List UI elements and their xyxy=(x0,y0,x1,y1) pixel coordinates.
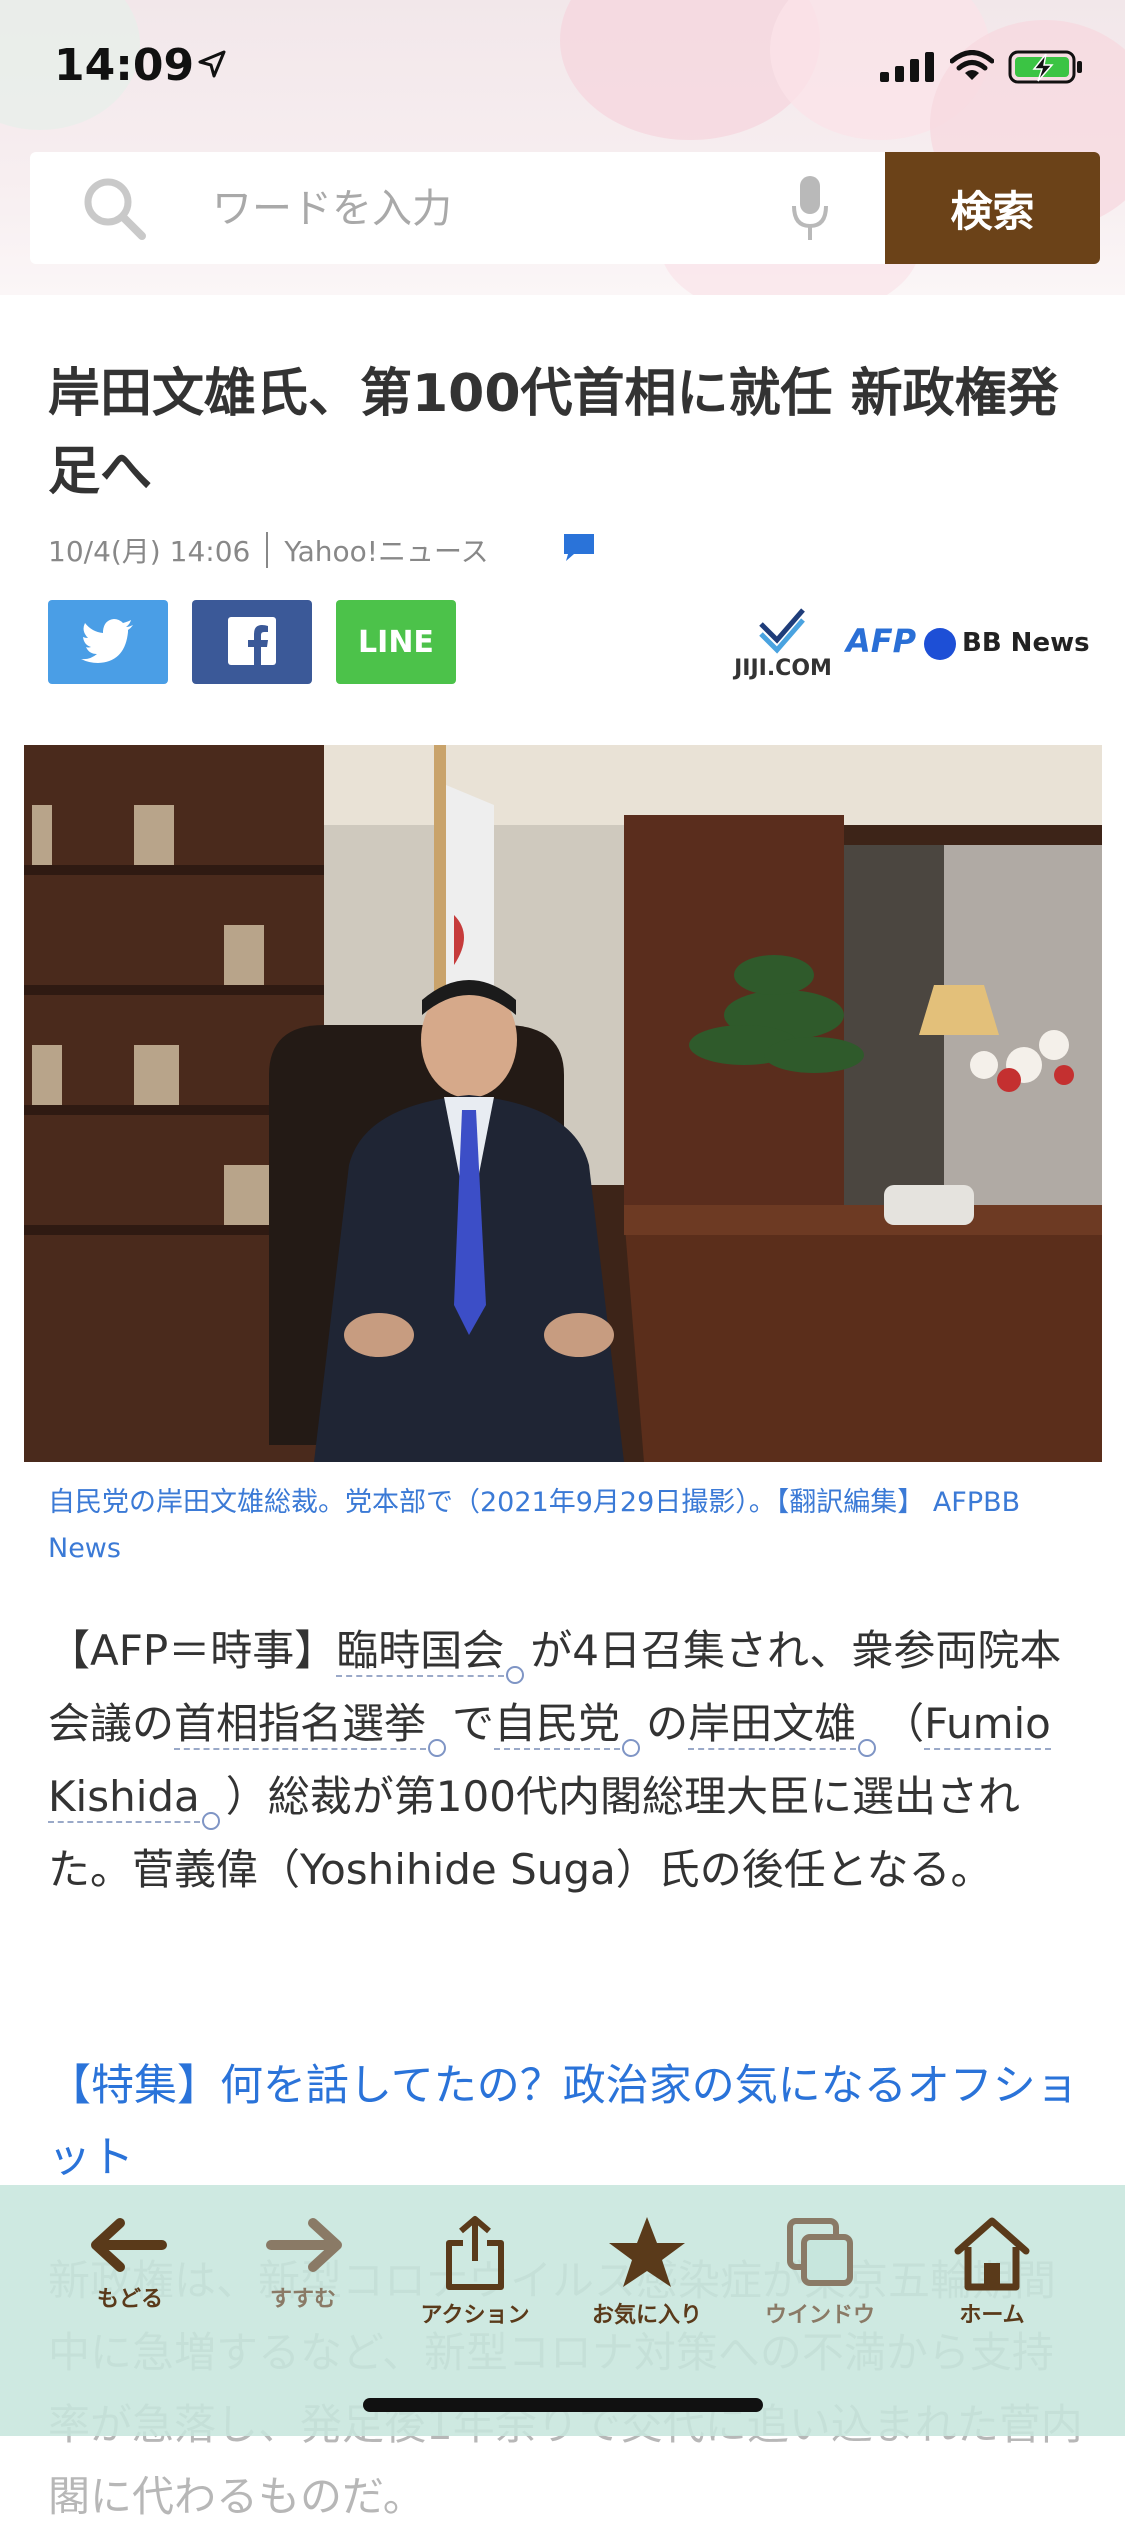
forward-button[interactable]: すすむ xyxy=(228,2215,378,2345)
search-input[interactable] xyxy=(210,182,774,236)
article-meta: 10/4(月) 14:06 Yahoo!ニュース xyxy=(48,530,489,570)
search-icon xyxy=(84,178,146,240)
location-arrow-icon xyxy=(198,50,226,78)
search-box[interactable] xyxy=(30,152,885,264)
jiji-logo[interactable]: JIJI.COM xyxy=(728,606,838,686)
window-button[interactable]: ウインドウ xyxy=(745,2215,895,2345)
back-arrow-icon xyxy=(91,2218,167,2272)
meta-divider xyxy=(266,532,269,568)
article-source[interactable]: Yahoo!ニュース xyxy=(284,530,488,570)
window-icon xyxy=(787,2218,853,2286)
keyword-link[interactable]: 首相指名選挙 xyxy=(174,1699,427,1750)
wifi-icon xyxy=(950,50,994,80)
header-background: 14:09 ワードを入力 検索 xyxy=(0,0,1125,295)
body-text-segment: （ xyxy=(882,1699,925,1748)
facebook-icon xyxy=(228,616,276,665)
line-share-button[interactable]: LINE xyxy=(336,600,456,684)
article-title: 岸田文雄氏、第100代首相に就任 新政権発足へ xyxy=(48,364,1059,502)
favorites-label: お気に入り xyxy=(591,2303,702,2328)
keyword-link[interactable]: 臨時国会 xyxy=(336,1626,505,1677)
home-label: ホーム xyxy=(959,2303,1025,2328)
body-text-segment: 【AFP＝時事】 xyxy=(48,1626,337,1675)
forward-arrow-icon xyxy=(266,2218,342,2272)
facebook-share-button[interactable] xyxy=(192,600,312,684)
back-label: もどる xyxy=(96,2287,163,2312)
afp-dot-icon xyxy=(924,628,956,660)
search-button[interactable]: 検索 xyxy=(885,152,1100,264)
forward-label: すすむ xyxy=(269,2287,336,2312)
favorites-button[interactable]: お気に入り xyxy=(572,2215,722,2345)
afp-logo[interactable]: AFP xyxy=(846,622,916,660)
status-time: 14:09 xyxy=(54,40,195,91)
jiji-mark-icon xyxy=(759,608,805,654)
body-text-segment: で xyxy=(452,1699,495,1748)
keyword-search-icon[interactable] xyxy=(201,1812,220,1830)
keyword-link[interactable]: 自民党 xyxy=(494,1699,621,1750)
status-bar: 14:09 xyxy=(0,0,1125,140)
twitter-icon xyxy=(81,618,133,663)
home-button[interactable]: ホーム xyxy=(917,2215,1067,2345)
keyword-search-icon[interactable] xyxy=(428,1739,447,1757)
jiji-label: JIJI.COM xyxy=(734,656,832,681)
cellular-signal-icon xyxy=(880,52,934,82)
bbnews-logo[interactable]: BB News xyxy=(962,628,1090,658)
comment-icon[interactable] xyxy=(562,530,596,564)
body-text-segment: の xyxy=(646,1699,689,1748)
article-body: 【AFP＝時事】臨時国会 が4日召集され、衆参両院本会議の首相指名選挙 で自民党 の岸… xyxy=(48,1615,1088,1906)
keyword-search-icon[interactable] xyxy=(858,1739,877,1757)
back-button[interactable]: もどる xyxy=(55,2215,205,2345)
keyword-search-icon[interactable] xyxy=(506,1666,525,1684)
search-bar: 検索 xyxy=(30,152,1100,264)
home-icon xyxy=(954,2217,1030,2291)
battery-charging-icon xyxy=(1008,50,1082,84)
keyword-search-icon[interactable] xyxy=(622,1739,641,1757)
home-indicator[interactable] xyxy=(363,2398,763,2412)
article-date: 10/4(月) 14:06 xyxy=(48,535,251,568)
article-photo[interactable] xyxy=(24,745,1102,1462)
photo-illustration xyxy=(24,745,1102,1462)
action-button[interactable]: アクション xyxy=(400,2215,550,2345)
microphone-icon[interactable] xyxy=(790,174,830,244)
photo-caption: 自民党の岸田文雄総裁。党本部で（2021年9月29日撮影）。【翻訳編集】 AFP… xyxy=(48,1487,1021,1564)
action-label: アクション xyxy=(420,2303,530,2328)
share-icon xyxy=(446,2216,504,2290)
window-label: ウインドウ xyxy=(764,2303,875,2328)
twitter-share-button[interactable] xyxy=(48,600,168,684)
feature-link[interactable]: 【特集】何を話してたの？政治家の気になるオフショット xyxy=(48,2050,1088,2194)
star-icon xyxy=(609,2217,685,2287)
keyword-link[interactable]: 岸田文雄 xyxy=(688,1699,857,1750)
